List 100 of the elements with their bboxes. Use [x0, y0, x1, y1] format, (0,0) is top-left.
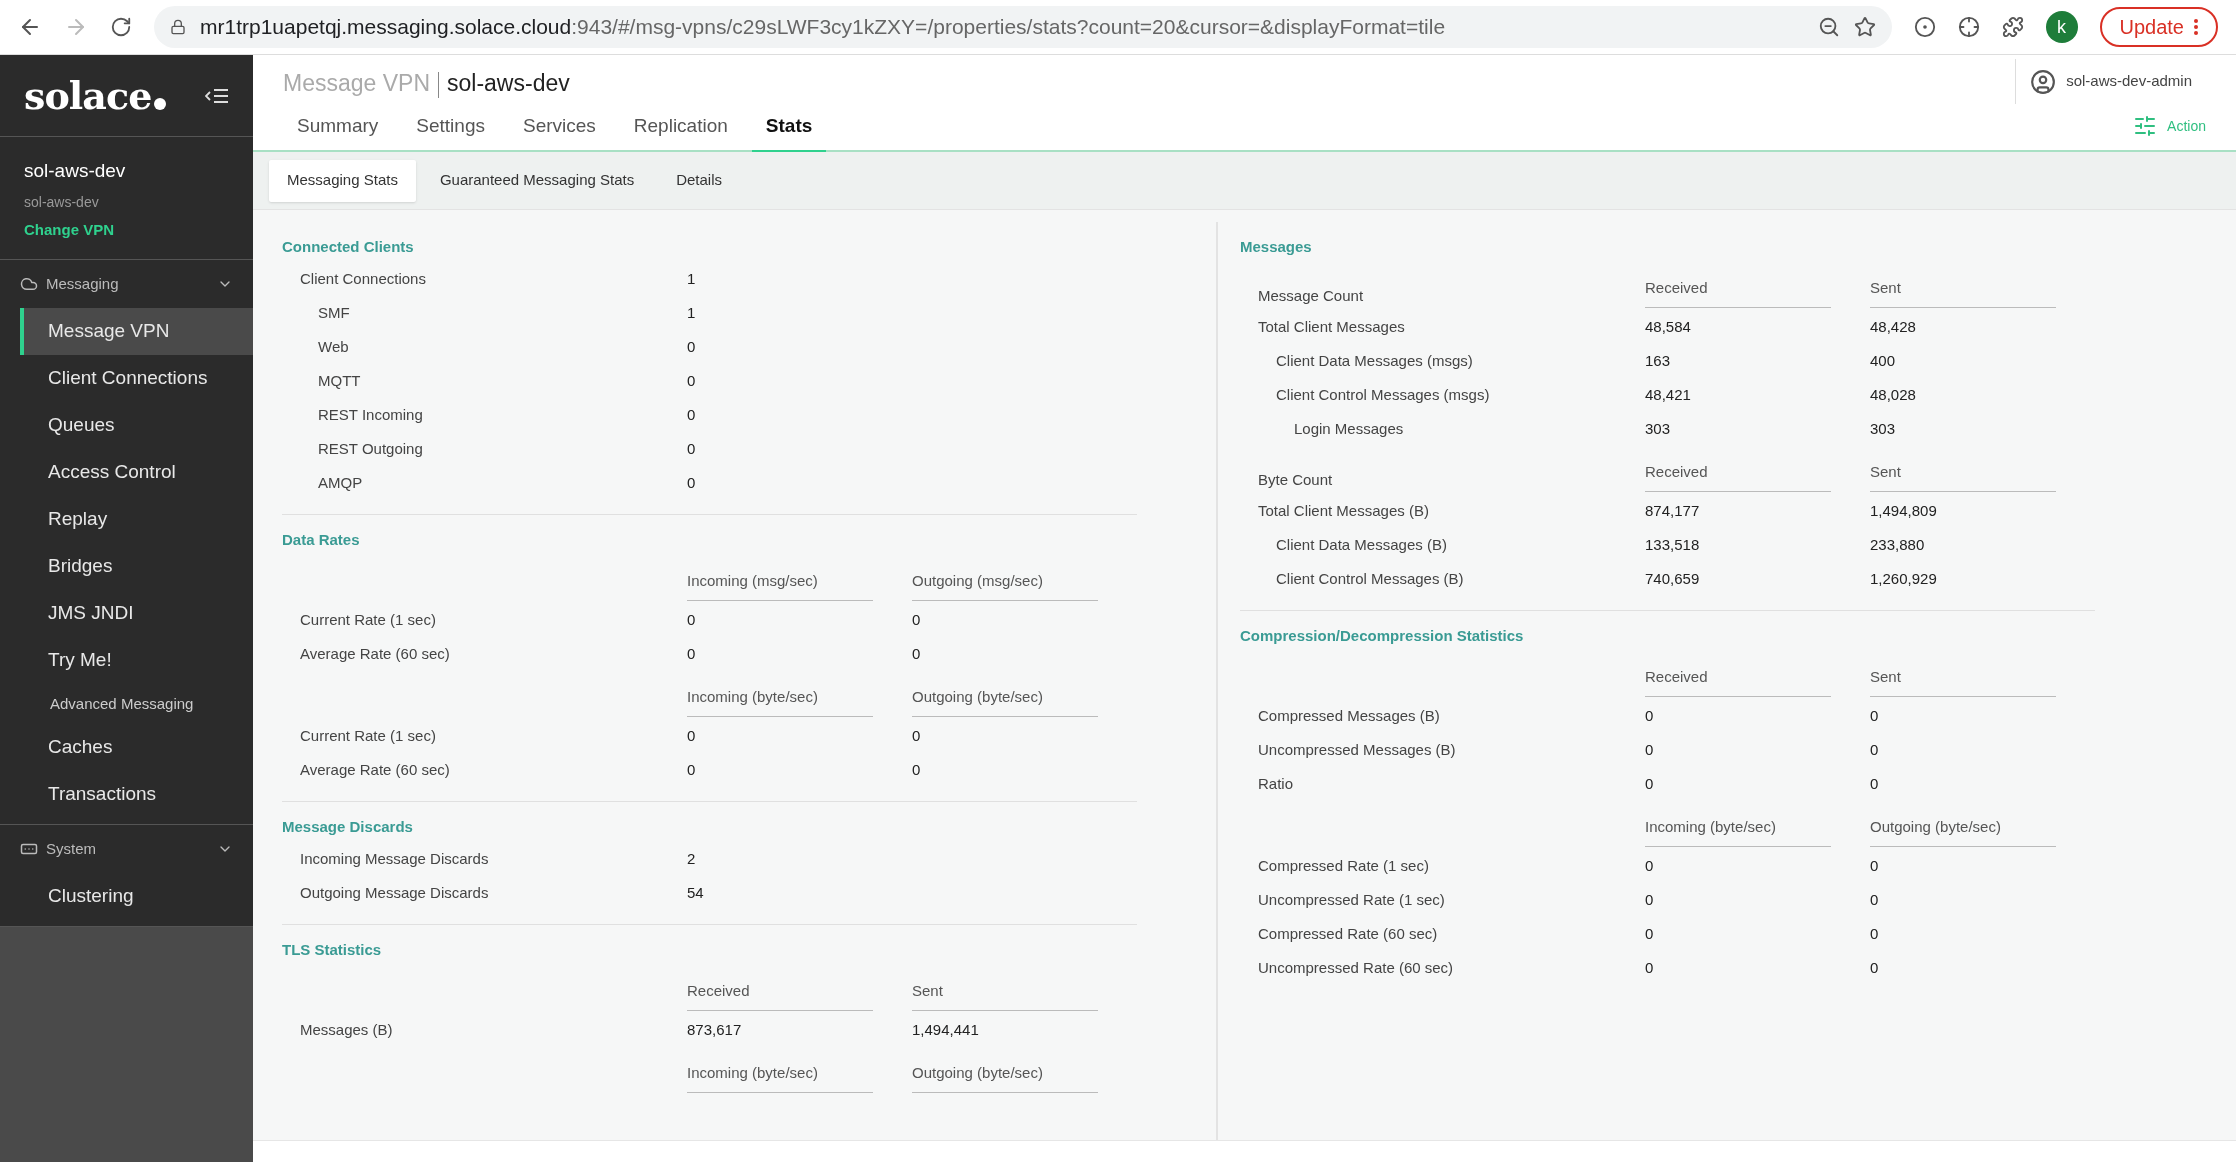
- tab[interactable]: Summary: [283, 111, 393, 150]
- column-header: Outgoing (byte/sec): [1870, 815, 2056, 847]
- address-bar[interactable]: mr1trp1uapetqj.messaging.solace.cloud:943/#/msg-vpns/c29sLWF3cy1kZXY=/properties/stats?count=20&cursor=&displayFormat=tile: [154, 6, 1892, 48]
- stat-value: 0: [1870, 775, 1879, 792]
- stat-value: 1,494,809: [1870, 502, 1937, 519]
- stat-value: 1,260,929: [1870, 570, 1937, 587]
- stat-label: Uncompressed Rate (1 sec): [1258, 891, 1445, 908]
- section-title: Message Discards: [282, 816, 413, 837]
- stat-label: Uncompressed Messages (B): [1258, 741, 1456, 758]
- update-button[interactable]: Update: [2099, 7, 2218, 47]
- stat-label: Total Client Messages: [1258, 318, 1405, 335]
- column-header: Outgoing (msg/sec): [912, 569, 1098, 601]
- stat-value: 48,428: [1870, 318, 1916, 335]
- column-header: Sent: [1870, 460, 2056, 492]
- vpn-subtitle: sol-aws-dev: [24, 192, 100, 212]
- stat-value: 0: [1870, 959, 1879, 976]
- profile-avatar[interactable]: k: [2045, 11, 2078, 43]
- stat-value: 48,584: [1645, 318, 1691, 335]
- stat-value: 0: [687, 440, 696, 457]
- zoom-icon[interactable]: [1817, 16, 1840, 38]
- stat-value: 303: [1645, 420, 1671, 437]
- tab[interactable]: Settings: [402, 111, 499, 150]
- stat-value: 740,659: [1645, 570, 1700, 587]
- stat-label: Compressed Messages (B): [1258, 707, 1440, 724]
- section-title: Messages: [1240, 236, 1312, 257]
- stat-value: 0: [1645, 959, 1654, 976]
- stat-value: 0: [912, 761, 921, 778]
- crosshair-icon[interactable]: [1957, 16, 1980, 38]
- stat-value: 0: [1645, 741, 1654, 758]
- user-name[interactable]: sol-aws-dev-admin: [2066, 70, 2192, 93]
- stat-value: 0: [687, 474, 696, 491]
- stat-value: 0: [1645, 891, 1654, 908]
- stat-value: 0: [912, 611, 921, 628]
- reload-icon[interactable]: [110, 16, 132, 38]
- puzzle-icon[interactable]: [2001, 16, 2024, 38]
- stat-label: Login Messages: [1294, 420, 1404, 437]
- sliders-icon: [2133, 114, 2158, 138]
- star-icon[interactable]: [1853, 16, 1876, 38]
- extension-icon[interactable]: [1913, 16, 1936, 38]
- lock-icon: [170, 19, 186, 35]
- column-header: Outgoing (byte/sec): [912, 685, 1098, 717]
- stat-label: Total Client Messages (B): [1258, 502, 1429, 519]
- stat-label: SMF: [318, 304, 350, 321]
- cloud-icon: [20, 275, 38, 293]
- stat-value: 0: [687, 727, 696, 744]
- nav-group-header[interactable]: System: [0, 825, 253, 873]
- section-title: TLS Statistics: [282, 939, 382, 960]
- stat-value: 0: [1870, 707, 1879, 724]
- column-group-label: Byte Count: [1258, 471, 1333, 488]
- stat-value: 1: [687, 304, 696, 321]
- stat-label: Client Data Messages (msgs): [1276, 352, 1473, 369]
- stat-value: 303: [1870, 420, 1896, 437]
- stat-label: Client Data Messages (B): [1276, 536, 1447, 553]
- stat-value: 874,177: [1645, 502, 1700, 519]
- stat-value: 2: [687, 850, 696, 867]
- stat-value: 48,028: [1870, 386, 1916, 403]
- stat-value: 873,617: [687, 1021, 742, 1038]
- sub-tab[interactable]: Details: [658, 159, 741, 202]
- stat-value: 400: [1870, 352, 1896, 369]
- column-header: Sent: [1870, 276, 2056, 308]
- stat-value: 0: [1645, 707, 1654, 724]
- stat-value: 54: [687, 884, 704, 901]
- stat-value: 1: [687, 270, 696, 287]
- stat-label: Compressed Rate (1 sec): [1258, 857, 1429, 874]
- stat-value: 0: [1870, 925, 1879, 942]
- stat-value: 1,494,441: [912, 1021, 979, 1038]
- stat-label: Incoming Message Discards: [300, 850, 489, 867]
- column-header: Received: [1645, 665, 1831, 697]
- section-title: Compression/Decompression Statistics: [1240, 625, 1524, 646]
- stat-value: 0: [1870, 741, 1879, 758]
- stat-value: 233,880: [1870, 536, 1925, 553]
- change-vpn-link[interactable]: Change VPN: [24, 218, 229, 241]
- stat-label: Current Rate (1 sec): [300, 611, 436, 628]
- page-title: sol-aws-dev: [447, 68, 570, 98]
- sub-tab[interactable]: Guaranteed Messaging Stats: [421, 159, 653, 202]
- stat-label: Client Control Messages (msgs): [1276, 386, 1490, 403]
- stat-value: 0: [687, 406, 696, 423]
- sub-tab[interactable]: Messaging Stats: [269, 159, 416, 202]
- column-header: Incoming (byte/sec): [1645, 815, 1831, 847]
- column-header: Incoming (byte/sec): [687, 1061, 873, 1093]
- column-header: Sent: [912, 979, 1098, 1011]
- nav-item[interactable]: Message VPN: [20, 308, 253, 355]
- tab[interactable]: Services: [508, 111, 610, 150]
- stat-value: 0: [912, 727, 921, 744]
- stat-value: 0: [912, 645, 921, 662]
- collapse-menu-icon[interactable]: [205, 86, 229, 105]
- column-group-label: Message Count: [1258, 287, 1364, 304]
- section-title: Connected Clients: [282, 236, 414, 257]
- stat-value: 0: [1870, 891, 1879, 908]
- stat-label: Average Rate (60 sec): [300, 761, 450, 778]
- stat-label: Client Control Messages (B): [1276, 570, 1464, 587]
- tab[interactable]: Replication: [619, 111, 742, 150]
- column-header: Incoming (msg/sec): [687, 569, 873, 601]
- stat-value: 0: [687, 761, 696, 778]
- nav-group-header[interactable]: Messaging: [0, 260, 253, 308]
- stat-label: Compressed Rate (60 sec): [1258, 925, 1438, 942]
- stat-value: 0: [1645, 925, 1654, 942]
- stat-value: 0: [687, 645, 696, 662]
- column-header: Incoming (byte/sec): [687, 685, 873, 717]
- stat-value: 0: [687, 338, 696, 355]
